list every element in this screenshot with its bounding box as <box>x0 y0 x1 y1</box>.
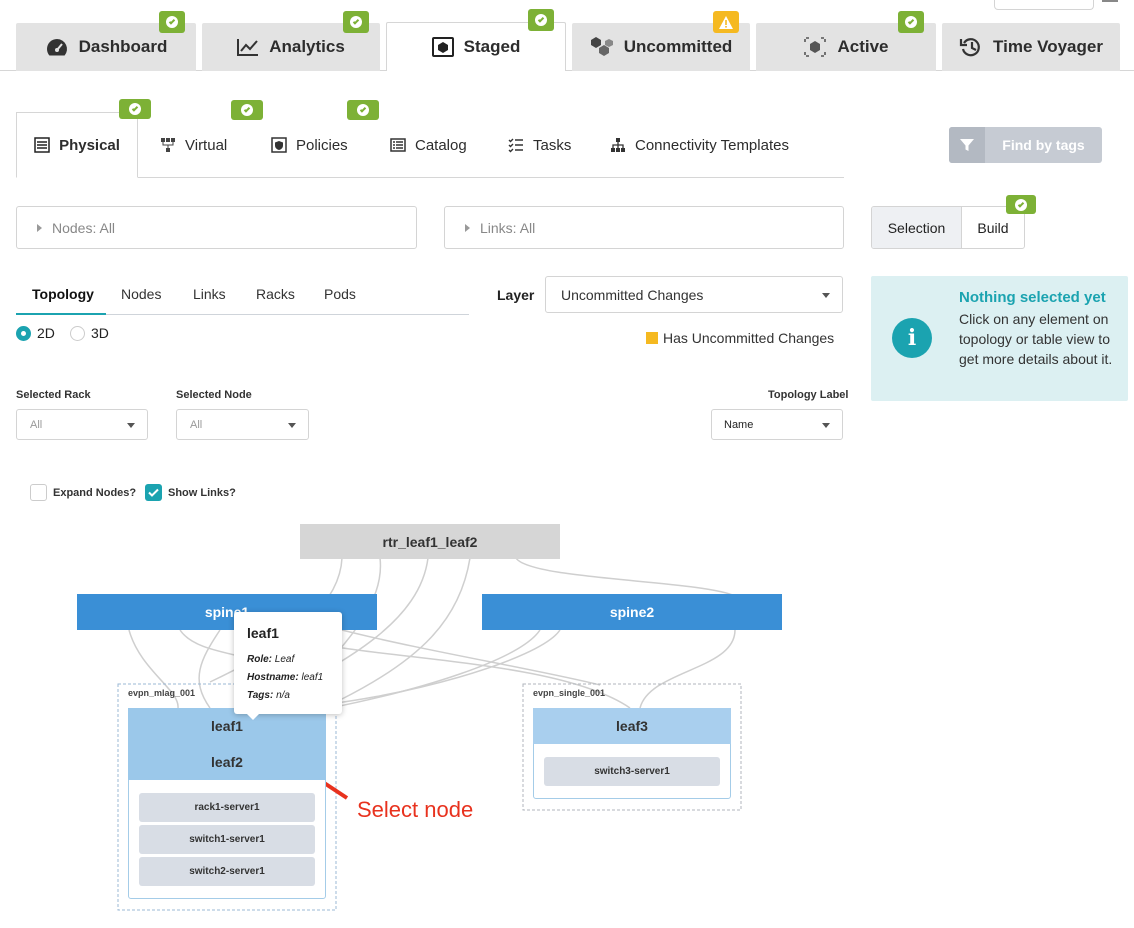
switch3-server1-node[interactable]: switch3-server1 <box>544 757 720 786</box>
tooltip-role: Role: Leaf <box>247 651 342 669</box>
switch1-server1-node[interactable]: switch1-server1 <box>139 825 315 854</box>
rack2-name: evpn_single_001 <box>533 688 606 698</box>
router-node[interactable]: rtr_leaf1_leaf2 <box>300 524 560 559</box>
leaf1-node-label: leaf1 <box>211 718 243 734</box>
rack1-server1-label: rack1-server1 <box>194 802 260 813</box>
leaf3-node[interactable]: leaf3 <box>533 708 731 744</box>
tooltip-title: leaf1 <box>247 625 279 641</box>
spine2-node-label: spine2 <box>609 604 655 620</box>
tooltip-role-value: Leaf <box>274 654 295 665</box>
tooltip-hostname-value: leaf1 <box>301 672 324 683</box>
tooltip-hostname: Hostname: leaf1 <box>247 669 342 687</box>
switch1-server1-label: switch1-server1 <box>189 834 265 845</box>
rack1-name: evpn_mlag_001 <box>128 688 196 698</box>
leaf3-node-label: leaf3 <box>616 718 648 734</box>
tooltip-pointer <box>247 714 259 720</box>
switch3-server1-label: switch3-server1 <box>594 766 670 777</box>
link-line <box>515 557 736 597</box>
rack1-server1-node[interactable]: rack1-server1 <box>139 793 315 822</box>
link-line <box>198 629 221 709</box>
router-node-label: rtr_leaf1_leaf2 <box>382 533 478 550</box>
tooltip-role-key: Role: <box>247 654 272 665</box>
spine2-node[interactable]: spine2 <box>482 594 782 630</box>
tooltip-hostname-key: Hostname: <box>247 672 299 683</box>
annotation-text: Select node <box>357 797 474 822</box>
link-line <box>639 629 736 709</box>
tooltip-tags: Tags: n/a <box>247 687 342 705</box>
switch2-server1-label: switch2-server1 <box>189 866 265 877</box>
leaf2-node[interactable]: leaf2 <box>128 744 326 780</box>
switch2-server1-node[interactable]: switch2-server1 <box>139 857 315 886</box>
tooltip-tags-key: Tags: <box>247 690 274 701</box>
tooltip-tags-value: n/a <box>276 690 290 701</box>
node-tooltip: leaf1 Role: Leaf Hostname: leaf1 Tags: n… <box>234 612 342 720</box>
leaf2-node-label: leaf2 <box>211 754 243 770</box>
